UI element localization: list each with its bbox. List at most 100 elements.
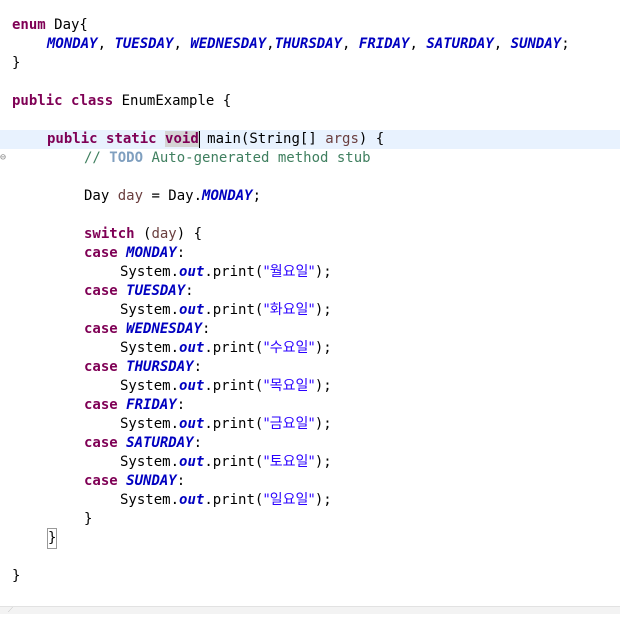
enum-constant-saturday: SATURDAY xyxy=(126,435,194,451)
code-line-class-close: } xyxy=(0,567,620,586)
field-out: out xyxy=(179,340,205,356)
keyword-switch: switch xyxy=(84,226,135,242)
system: System. xyxy=(120,416,180,432)
print-close: ); xyxy=(314,264,332,280)
print-close: ); xyxy=(314,340,332,356)
system: System. xyxy=(120,264,180,280)
comment-prefix: // xyxy=(84,150,110,166)
var-day: day xyxy=(117,188,144,204)
horizontal-scrollbar[interactable]: ⟋ xyxy=(0,606,620,614)
code-line-case-wednesday: case WEDNESDAY: xyxy=(0,320,620,339)
enum-constant-monday: MONDAY xyxy=(47,36,98,52)
print-close: ); xyxy=(314,492,332,508)
colon: : xyxy=(176,397,186,413)
enum-constant-thursday: THURSDAY xyxy=(274,36,343,52)
field-out: out xyxy=(179,454,205,470)
system: System. xyxy=(120,378,180,394)
code-line-switch: switch (day) { xyxy=(0,225,620,244)
keyword-case: case xyxy=(84,245,118,261)
string-literal: "월요일" xyxy=(263,264,315,280)
code-line-day-assign: Day day = Day.MONDAY; xyxy=(0,187,620,206)
code-line-enum-constants: MONDAY, TUESDAY, WEDNESDAY,THURSDAY, FRI… xyxy=(0,35,620,54)
enum-constant-friday: FRIDAY xyxy=(358,36,410,52)
code-line-case-monday: case MONDAY: xyxy=(0,244,620,263)
code-line-enum-close: } xyxy=(0,54,620,73)
print-open: .print( xyxy=(204,416,264,432)
field-out: out xyxy=(179,378,205,394)
keyword-case: case xyxy=(84,359,118,375)
code-line-case-sunday: case SUNDAY: xyxy=(0,472,620,491)
system: System. xyxy=(120,302,180,318)
comma: , xyxy=(409,36,427,52)
string-literal: "수요일" xyxy=(263,340,315,356)
code-line-class-decl: public class EnumExample { xyxy=(0,92,620,111)
code-line-case-tuesday: case TUESDAY: xyxy=(0,282,620,301)
string-literal: "금요일" xyxy=(263,416,315,432)
comma: , xyxy=(266,36,275,52)
system: System. xyxy=(120,340,180,356)
enum-constant-friday: FRIDAY xyxy=(126,397,177,413)
code-line-case-saturday: case SATURDAY: xyxy=(0,434,620,453)
enum-constant-wednesday: WEDNESDAY xyxy=(190,36,267,52)
field-out: out xyxy=(179,264,205,280)
code-line-switch-close: } xyxy=(0,510,620,529)
print-open: .print( xyxy=(204,454,264,470)
keyword-case: case xyxy=(84,321,118,337)
code-line-print-saturday: System.out.print("토요일"); xyxy=(0,453,620,472)
code-line-print-tuesday: System.out.print("화요일"); xyxy=(0,301,620,320)
colon: : xyxy=(193,435,203,451)
enum-constant-sunday: SUNDAY xyxy=(126,473,177,489)
enum-constant-tuesday: TUESDAY xyxy=(114,36,174,52)
comma: , xyxy=(493,36,511,52)
system: System. xyxy=(120,454,180,470)
close-brace: } xyxy=(12,568,21,584)
code-line-print-thursday: System.out.print("목요일"); xyxy=(0,377,620,396)
string-literal: "토요일" xyxy=(263,454,315,470)
print-open: .print( xyxy=(204,302,264,318)
switch-open: ( xyxy=(134,226,152,242)
keyword-case: case xyxy=(84,435,118,451)
keyword-public: public xyxy=(12,93,63,109)
colon: : xyxy=(185,283,194,299)
var-day: day xyxy=(151,226,177,242)
comment-text: Auto-generated method stub xyxy=(143,150,371,166)
code-line-method-close: } xyxy=(0,528,620,549)
code-editor[interactable]: enum Day{ MONDAY, TUESDAY, WEDNESDAY,THU… xyxy=(0,0,620,606)
keyword-void-highlighted: void xyxy=(165,131,199,147)
print-close: ); xyxy=(314,416,332,432)
colon: : xyxy=(176,473,186,489)
comma: , xyxy=(342,36,359,52)
enum-constant-tuesday: TUESDAY xyxy=(126,283,186,299)
switch-close: ) { xyxy=(176,226,203,242)
string-literal: "목요일" xyxy=(263,378,315,394)
matching-brace: } xyxy=(46,528,58,549)
semicolon: ; xyxy=(561,36,570,52)
scroll-grip-icon[interactable]: ⟋ xyxy=(8,607,18,614)
close-brace: } xyxy=(12,55,21,71)
semicolon: ; xyxy=(252,188,262,204)
code-line-enum-decl: enum Day{ xyxy=(0,16,620,35)
string-literal: "일요일" xyxy=(263,492,315,508)
enum-constant-monday: MONDAY xyxy=(126,245,177,261)
field-out: out xyxy=(179,416,205,432)
code-line-print-wednesday: System.out.print("수요일"); xyxy=(0,339,620,358)
keyword-case: case xyxy=(84,397,118,413)
print-open: .print( xyxy=(204,264,264,280)
print-close: ); xyxy=(314,378,332,394)
code-line-print-sunday: System.out.print("일요일"); xyxy=(0,491,620,510)
enum-constant-thursday: THURSDAY xyxy=(126,359,194,375)
field-out: out xyxy=(179,302,205,318)
enum-name: Day{ xyxy=(45,17,88,33)
todo-tag: TODO xyxy=(109,150,144,166)
code-line-case-friday: case FRIDAY: xyxy=(0,396,620,415)
enum-constant-monday: MONDAY xyxy=(202,188,253,204)
param-args: args xyxy=(325,131,359,147)
keyword-case: case xyxy=(84,473,118,489)
code-line-print-monday: System.out.print("월요일"); xyxy=(0,263,620,282)
assign: = Day. xyxy=(143,188,203,204)
keyword-case: case xyxy=(84,283,118,299)
class-name: EnumExample { xyxy=(113,93,232,109)
string-literal: "화요일" xyxy=(263,302,315,318)
keyword-static: static xyxy=(106,131,157,147)
comma: , xyxy=(173,36,191,52)
